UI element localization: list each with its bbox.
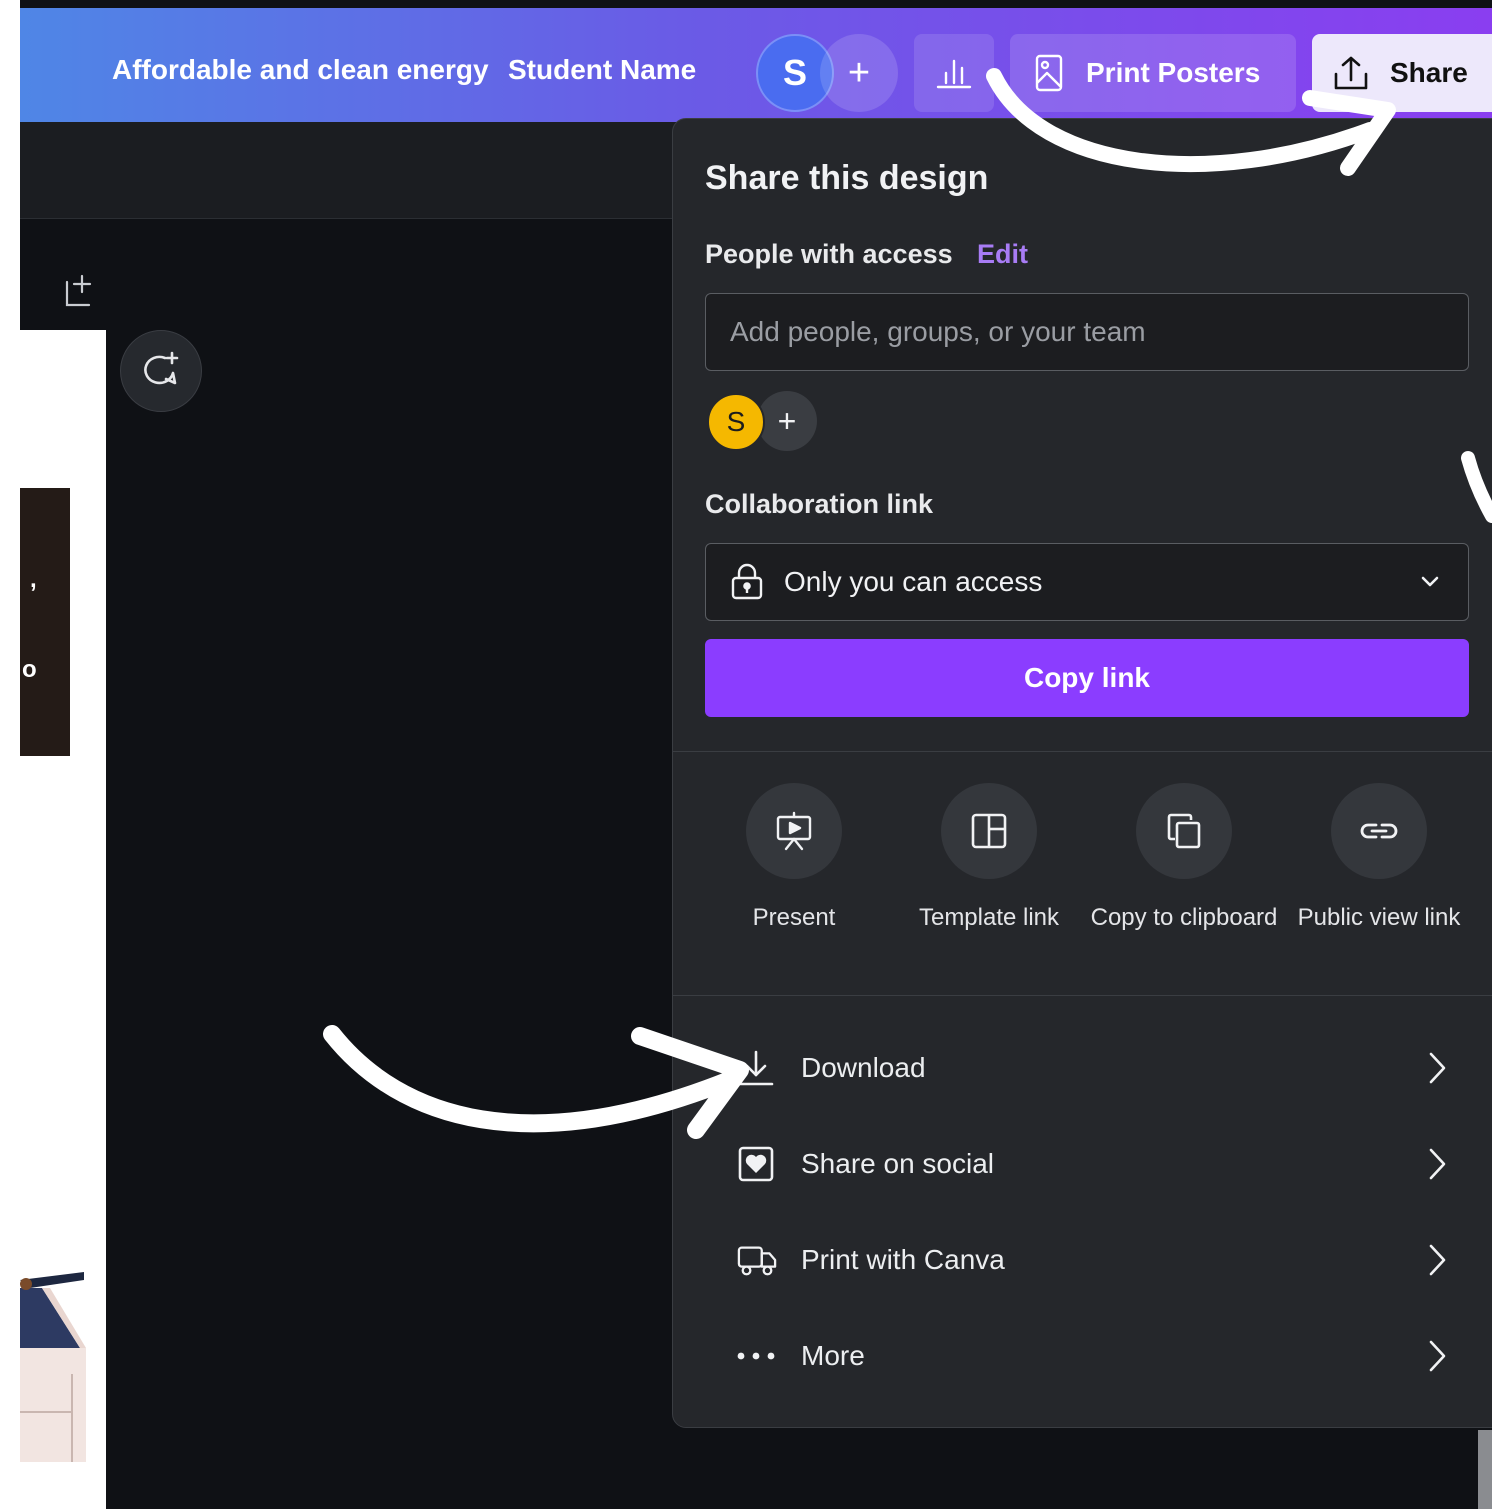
template-link-label: Template link bbox=[918, 904, 1060, 931]
download-label: Download bbox=[801, 1052, 926, 1083]
design-title[interactable]: Affordable and clean energy bbox=[112, 54, 489, 86]
comment-plus-icon bbox=[144, 351, 179, 385]
avatar-initial: S bbox=[726, 406, 746, 437]
page-text-fragment: o bbox=[22, 656, 37, 683]
collaboration-link-select[interactable]: Only you can access bbox=[705, 543, 1469, 621]
share-button[interactable]: Share bbox=[1312, 34, 1492, 112]
top-bar: Affordable and clean energy Student Name… bbox=[20, 8, 1492, 122]
page-image bbox=[20, 488, 70, 756]
share-on-social-row[interactable]: Share on social bbox=[737, 1129, 1447, 1199]
chevron-right-icon bbox=[1427, 1339, 1447, 1373]
owner-avatar[interactable]: S bbox=[707, 393, 765, 451]
avatar-initial: S bbox=[782, 52, 807, 93]
link-icon bbox=[1331, 783, 1427, 879]
chevron-right-icon bbox=[1427, 1243, 1447, 1277]
present-action[interactable]: Present bbox=[699, 783, 889, 933]
copy-link-button[interactable]: Copy link bbox=[705, 639, 1469, 717]
share-label: Share bbox=[1390, 57, 1468, 88]
truck-icon bbox=[737, 1242, 777, 1278]
template-link-action[interactable]: Template link bbox=[894, 783, 1084, 933]
copy-to-clipboard-action[interactable]: Copy to clipboard bbox=[1089, 783, 1279, 933]
upload-icon bbox=[1332, 54, 1370, 92]
divider bbox=[673, 995, 1492, 996]
heart-icon bbox=[737, 1145, 777, 1183]
print-posters-button[interactable]: Print Posters bbox=[1010, 34, 1296, 112]
share-panel: Share this design People with access Edi… bbox=[672, 118, 1492, 1428]
analytics-button[interactable] bbox=[914, 34, 994, 112]
add-page-icon[interactable] bbox=[62, 272, 94, 313]
scrollbar[interactable] bbox=[1478, 1430, 1492, 1509]
collaboration-link-label: Collaboration link bbox=[705, 489, 934, 519]
poster-icon bbox=[1034, 53, 1064, 93]
share-on-social-label: Share on social bbox=[801, 1148, 995, 1179]
plus-icon: + bbox=[847, 51, 871, 94]
panel-title: Share this design bbox=[705, 159, 989, 197]
page-text-fragment: , bbox=[30, 566, 37, 593]
more-icon bbox=[737, 1351, 777, 1361]
canva-editor: Affordable and clean energy Student Name… bbox=[20, 0, 1492, 1509]
chevron-down-icon bbox=[1418, 570, 1442, 594]
public-view-link-label: Public view link bbox=[1297, 904, 1461, 931]
page-illustration bbox=[20, 1272, 86, 1462]
chevron-right-icon bbox=[1427, 1051, 1447, 1085]
more-label: More bbox=[801, 1340, 865, 1371]
people-with-access-label: People with access bbox=[705, 239, 953, 269]
print-with-canva-row[interactable]: Print with Canva bbox=[737, 1225, 1447, 1295]
bar-chart-icon bbox=[936, 59, 972, 89]
chevron-right-icon bbox=[1427, 1147, 1447, 1181]
template-icon bbox=[941, 783, 1037, 879]
copy-icon bbox=[1136, 783, 1232, 879]
present-label: Present bbox=[752, 904, 836, 931]
print-with-canva-label: Print with Canva bbox=[801, 1244, 1005, 1275]
divider bbox=[673, 751, 1492, 752]
lock-icon bbox=[730, 563, 764, 601]
copy-link-label: Copy link bbox=[1023, 662, 1150, 693]
more-row[interactable]: More bbox=[737, 1321, 1447, 1391]
collaboration-link-value: Only you can access bbox=[784, 566, 1043, 597]
add-person-button[interactable]: + bbox=[757, 391, 817, 451]
download-icon bbox=[737, 1049, 777, 1087]
student-name: Student Name bbox=[508, 54, 697, 85]
download-row[interactable]: Download bbox=[737, 1033, 1447, 1103]
present-icon bbox=[746, 783, 842, 879]
add-comment-button[interactable] bbox=[120, 330, 202, 412]
edit-access-link[interactable]: Edit bbox=[977, 239, 1028, 270]
add-collaborator-button[interactable]: + bbox=[820, 34, 898, 112]
plus-icon: + bbox=[777, 402, 797, 439]
add-people-input[interactable] bbox=[705, 293, 1469, 371]
print-posters-label: Print Posters bbox=[1086, 57, 1261, 88]
copy-to-clipboard-label: Copy to clipboard bbox=[1090, 904, 1278, 931]
public-view-link-action[interactable]: Public view link bbox=[1284, 783, 1474, 933]
